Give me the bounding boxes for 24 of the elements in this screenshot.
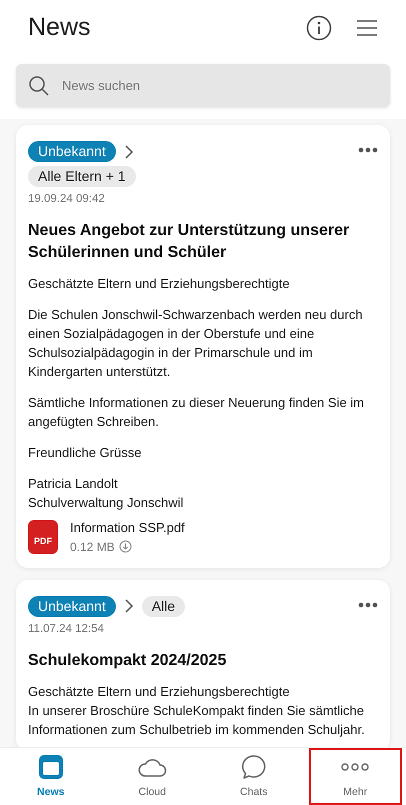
pdf-file-icon: PDF [28, 520, 58, 554]
post-paragraph: Geschätzte Eltern und Erziehungsberechtigte [28, 275, 291, 294]
post-paragraph: Freundliche Grüsse [28, 444, 142, 462]
audience-badge[interactable]: Alle [142, 596, 186, 617]
tab-item[interactable]: Cloud [106, 748, 199, 805]
post-paragraph: Die Schulen Jonschwil-Schwarzenbach werden neu durch einen Sozialpädagogen in der Oberstufe und eine Schulsozialpädagogin in der Primarschule und im Kindergarten unterstützt. [28, 306, 364, 382]
status-badge[interactable]: Unbekannt [28, 596, 116, 617]
page-title: News [28, 12, 91, 44]
post-date: 11.07.24 12:54 [28, 622, 105, 637]
post-paragraph: Geschätzte Eltern und Erziehungsberechtigte In unserer Broschüre SchuleKompakt finden Sie sämtliche Informationen zum Schulbetrieb im kommenden Schuljahr. [28, 683, 366, 739]
tab-item[interactable]: Mehr [308, 748, 402, 805]
post-date: 19.09.24 09:42 [28, 192, 106, 207]
search-field[interactable]: News suchen [16, 64, 390, 107]
post-title: Neues Angebot zur Unterstützung unserer Schülerinnen und Schüler [28, 221, 350, 264]
post-paragraph: Patricia Landolt Schulverwaltung Jonschwil [28, 475, 184, 512]
file-name: Information SSP.pdf [70, 519, 185, 538]
attachment[interactable]: PDF Information SSP.pdf 0.12 MB [28, 518, 378, 556]
status-badge[interactable]: Unbekannt [28, 141, 116, 162]
tab-item[interactable]: News [4, 748, 98, 805]
post-title: Schulekompakt 2024/2025 [28, 651, 228, 671]
file-size: 0.12 MB [70, 538, 115, 556]
post-paragraph: Sämtliche Informationen zu dieser Neuerung finden Sie im angefügten Schreiben. [28, 394, 366, 432]
audience-badge[interactable]: Alle Eltern + 1 [28, 166, 136, 187]
tab-item[interactable]: Chats [207, 748, 300, 805]
